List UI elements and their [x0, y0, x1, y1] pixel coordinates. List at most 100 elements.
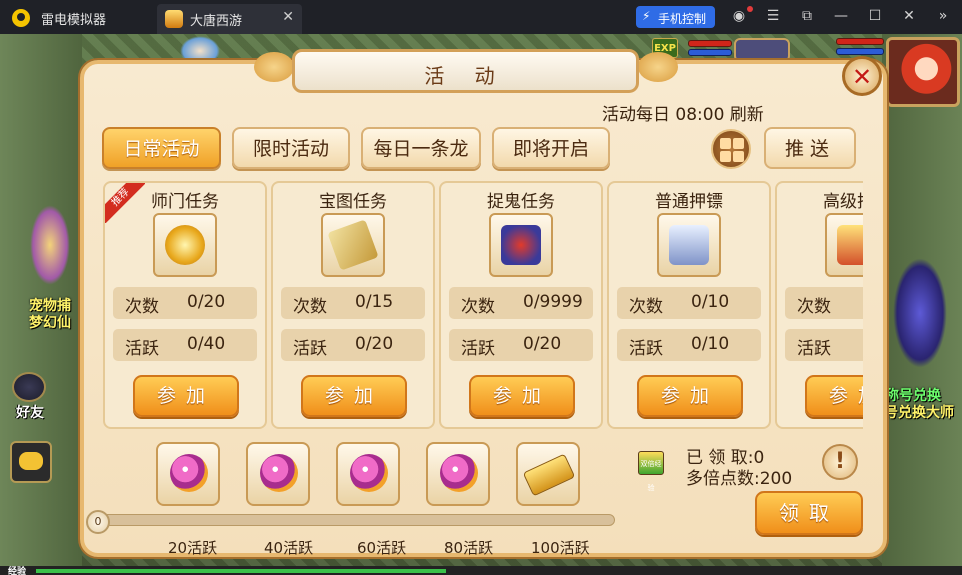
activity-name: 高级押镖	[823, 192, 863, 212]
pet-mp-bar	[688, 49, 732, 56]
npc-character-right[interactable]	[893, 258, 947, 368]
gold-ingot-icon	[522, 453, 576, 497]
grid-cell-icon	[733, 151, 744, 162]
activity-card: 普通押镖 次数 0/10 活跃 0/10 参加	[607, 181, 771, 429]
multiplier-value: 200	[759, 469, 793, 489]
active-row: 活跃 0/20	[449, 329, 593, 361]
friend-button[interactable]: 好友	[6, 368, 52, 421]
pet-avatar[interactable]	[734, 38, 790, 62]
activity-progress-bar	[97, 514, 615, 526]
dialog-header: 活 动	[292, 49, 639, 93]
active-label: 活跃	[629, 339, 663, 359]
game-tab-title: 大唐西游	[190, 14, 243, 29]
treasure-map-icon	[321, 213, 385, 277]
pet-hp-bar	[688, 40, 732, 47]
activity-card: 捉鬼任务 次数 0/9999 活跃 0/20 参加	[439, 181, 603, 429]
count-label: 次数	[125, 297, 159, 317]
activity-card: 宝图任务 次数 0/15 活跃 0/20 参加	[271, 181, 435, 429]
count-label: 次数	[629, 297, 663, 317]
tab-close-icon[interactable]: ✕	[282, 9, 294, 25]
activity-name: 普通押镖	[655, 192, 723, 212]
milestone-label: 20活跃	[168, 539, 218, 557]
active-label: 活跃	[125, 339, 159, 359]
progress-value: 0	[86, 510, 110, 534]
activity-card: 推荐 师门任务 次数 0/20 活跃 0/40 参加	[103, 181, 267, 429]
active-row: 活跃 0/40	[113, 329, 257, 361]
gold-coin-icon	[153, 213, 217, 277]
active-value: 0/20	[355, 334, 394, 354]
close-window-icon[interactable]: ✕	[900, 8, 918, 24]
magic-orb-icon	[260, 454, 298, 492]
count-label: 次数	[293, 297, 327, 317]
multiplier-label: 多倍点数:	[686, 469, 760, 489]
exp-bar-fill	[36, 569, 446, 573]
ghost-mask-icon	[489, 213, 553, 277]
phone-control-label: 手机控制	[658, 12, 707, 26]
active-row: 活跃 0/20	[281, 329, 425, 361]
active-label: 活跃	[797, 339, 831, 359]
more-icon[interactable]: »	[934, 8, 952, 24]
lightning-icon: ⚡	[642, 9, 651, 23]
emulator-title-bar: 雷电模拟器 大唐西游 ✕ ⚡ 手机控制 ◉ ☰ ⧉ — ☐ ✕ »	[0, 0, 962, 34]
friend-icon	[12, 372, 46, 402]
info-button[interactable]: !	[822, 444, 858, 480]
grid-cell-icon	[733, 138, 744, 149]
active-row: 活跃	[785, 329, 863, 361]
activity-name: 宝图任务	[319, 192, 387, 212]
milestone-label: 60活跃	[357, 539, 407, 557]
activity-card: 高级押镖 次数 活跃 参加	[775, 181, 863, 429]
grid-cell-icon	[720, 138, 731, 149]
screen: { "app": { "name": "雷电模拟器", "tab_title":…	[0, 0, 962, 575]
join-button[interactable]: 参加	[133, 375, 239, 417]
count-value: 0/20	[187, 292, 226, 312]
tab-limited[interactable]: 限时活动	[232, 127, 350, 169]
claim-button[interactable]: 领取	[755, 491, 863, 535]
game-tab-icon	[165, 10, 183, 28]
silver-chest-icon	[657, 213, 721, 277]
dialog-title: 活 动	[424, 64, 507, 88]
count-row: 次数	[785, 287, 863, 319]
tab-upcoming[interactable]: 即将开启	[492, 127, 610, 169]
reward-box[interactable]	[426, 442, 490, 506]
minimize-icon[interactable]: —	[832, 8, 850, 24]
chat-button[interactable]	[10, 441, 52, 483]
join-button[interactable]: 参加	[469, 375, 575, 417]
activity-list[interactable]: 推荐 师门任务 次数 0/20 活跃 0/40 参加 宝图任务 次数 0/15 活跃 0…	[103, 181, 863, 429]
active-row: 活跃 0/10	[617, 329, 761, 361]
tab-daily-dragon[interactable]: 每日一条龙	[361, 127, 481, 169]
milestone-label: 100活跃	[531, 539, 590, 557]
player-avatar[interactable]	[886, 37, 960, 107]
count-row: 次数 0/10	[617, 287, 761, 319]
reward-box[interactable]	[246, 442, 310, 506]
push-button[interactable]: 推送	[764, 127, 856, 169]
refresh-note: 活动每日 08:00 刷新	[602, 105, 764, 125]
join-button[interactable]: 参加	[301, 375, 407, 417]
emulator-logo-icon	[12, 9, 30, 27]
maximize-icon[interactable]: ☐	[866, 8, 884, 24]
active-label: 活跃	[461, 339, 495, 359]
reward-box[interactable]	[516, 442, 580, 506]
magic-orb-icon	[350, 454, 388, 492]
milestone-label: 40活跃	[264, 539, 314, 557]
menu-icon[interactable]: ☰	[764, 8, 782, 24]
active-label: 活跃	[293, 339, 327, 359]
join-button[interactable]: 参加	[805, 375, 863, 417]
count-row: 次数 0/15	[281, 287, 425, 319]
game-tab[interactable]: 大唐西游 ✕	[157, 4, 302, 34]
npc-character[interactable]	[30, 205, 70, 285]
active-value: 0/10	[691, 334, 730, 354]
join-button[interactable]: 参加	[637, 375, 743, 417]
close-button[interactable]: ✕	[842, 56, 882, 96]
reward-box[interactable]	[156, 442, 220, 506]
friend-label: 好友	[16, 405, 44, 421]
active-value: 0/40	[187, 334, 226, 354]
account-icon[interactable]: ◉	[730, 8, 748, 24]
double-exp-icon: 双倍经验	[638, 451, 664, 492]
count-row: 次数 0/9999	[449, 287, 593, 319]
count-row: 次数 0/20	[113, 287, 257, 319]
reward-box[interactable]	[336, 442, 400, 506]
tab-daily[interactable]: 日常活动	[102, 127, 221, 169]
calendar-grid-button[interactable]	[711, 129, 751, 169]
phone-control-button[interactable]: ⚡ 手机控制	[636, 6, 715, 28]
restore-icon[interactable]: ⧉	[798, 8, 816, 24]
